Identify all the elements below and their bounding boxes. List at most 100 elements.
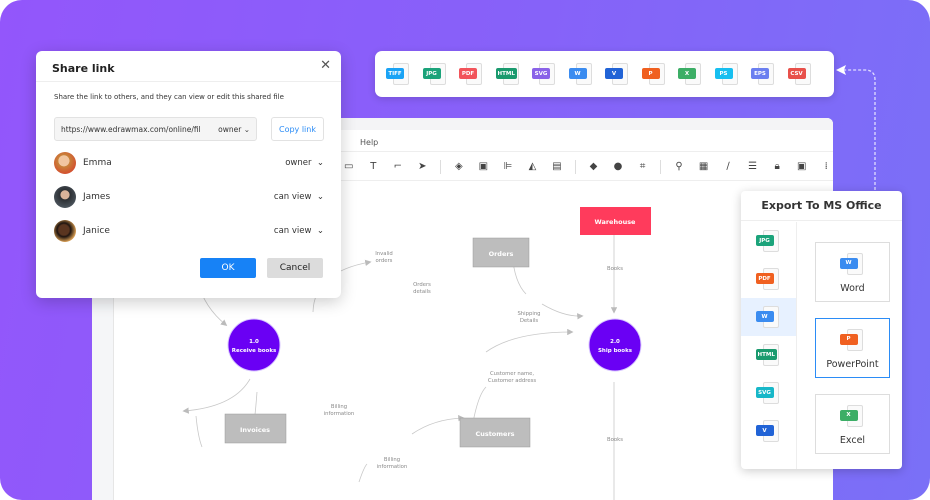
dialog-title: Share link xyxy=(52,62,115,75)
user-name: Emma xyxy=(83,158,112,168)
word-icon: W xyxy=(839,251,866,277)
user-row: Emma owner ⌄ xyxy=(54,152,324,174)
label-orders-details-2: details xyxy=(413,289,431,295)
export-format-item[interactable]: JPG xyxy=(741,222,796,260)
link-permission-select[interactable]: owner ⌄ xyxy=(218,125,250,134)
format-svg-icon: SVG xyxy=(755,380,782,406)
format-x-icon[interactable]: X xyxy=(678,61,704,87)
format-eps-icon[interactable]: EPS xyxy=(751,61,777,87)
export-word-button[interactable]: W Word xyxy=(815,242,890,302)
label-books-2: Books xyxy=(607,437,623,443)
card-label: Word xyxy=(840,282,865,294)
toolbar-separator xyxy=(440,159,442,174)
export-format-item[interactable]: V xyxy=(741,412,796,450)
format-v-icon[interactable]: V xyxy=(605,61,631,87)
format-tiff-icon[interactable]: TIFF xyxy=(386,61,412,87)
line-style-icon[interactable]: ☰ xyxy=(746,160,760,174)
group-icon[interactable]: ▣ xyxy=(477,160,491,174)
fill-icon[interactable]: ◆ xyxy=(587,160,601,174)
export-format-item[interactable]: PDF xyxy=(741,260,796,298)
line-color-icon[interactable]: ∕ xyxy=(721,160,735,174)
menu-help[interactable]: Help xyxy=(360,138,378,147)
process-ship-books xyxy=(588,318,642,372)
user-name: James xyxy=(83,192,111,202)
format-csv-icon[interactable]: CSV xyxy=(787,61,814,87)
avatar xyxy=(54,152,76,174)
export-format-item[interactable]: HTML xyxy=(741,336,796,374)
label-customer-2: Customer address xyxy=(488,378,536,384)
card-label: PowerPoint xyxy=(826,358,879,370)
export-format-item[interactable]: W xyxy=(741,298,796,336)
export-excel-button[interactable]: X Excel xyxy=(815,394,890,454)
share-link-dialog: Share link ✕ Share the link to others, a… xyxy=(36,51,341,298)
cancel-button[interactable]: Cancel xyxy=(267,258,323,278)
label-shipping-2: Details xyxy=(520,318,539,324)
close-icon[interactable]: ✕ xyxy=(320,58,331,73)
orders-label: Orders xyxy=(489,250,514,258)
export-powerpoint-button[interactable]: P PowerPoint xyxy=(815,318,890,378)
warehouse-label: Warehouse xyxy=(595,218,637,226)
label-orders: orders xyxy=(376,258,393,264)
ok-button[interactable]: OK xyxy=(200,258,256,278)
role-select[interactable]: can view ⌄ xyxy=(274,226,324,236)
label-billing-1: Billing xyxy=(331,404,347,410)
link-value: https://www.edrawmax.com/online/fil xyxy=(61,124,201,134)
role-select[interactable]: can view ⌄ xyxy=(274,192,324,202)
label-orders-details-1: Orders xyxy=(413,282,431,288)
format-jpg-icon[interactable]: JPG xyxy=(422,61,449,87)
avatar xyxy=(54,186,76,208)
flow-billing-customers xyxy=(411,414,465,435)
format-ps-icon[interactable]: PS xyxy=(714,61,741,87)
connector-icon[interactable]: ⌐ xyxy=(391,160,405,174)
label-customer-1: Customer name, xyxy=(490,371,534,377)
crop-icon[interactable]: ⌗ xyxy=(636,160,650,174)
label-shipping-1: Shipping xyxy=(517,311,540,317)
label-billing-4: information xyxy=(377,464,408,470)
rectangle-icon[interactable]: ▭ xyxy=(342,160,356,174)
lock-icon[interactable]: 🔒︎ xyxy=(770,160,784,174)
more-icon[interactable]: ⁞ xyxy=(819,160,833,174)
layers-icon[interactable]: ◈ xyxy=(452,160,466,174)
process-2-name: Ship books xyxy=(598,348,633,354)
invoices-label: Invoices xyxy=(240,426,270,434)
fit-icon[interactable]: ▣ xyxy=(795,160,809,174)
customers-label: Customers xyxy=(475,430,514,438)
flow-billing-invoices xyxy=(182,378,251,414)
format-jpg-icon: JPG xyxy=(755,228,782,254)
table-icon[interactable]: ▦ xyxy=(697,160,711,174)
flip-icon[interactable]: ◭ xyxy=(526,160,540,174)
align-icon[interactable]: ⊫ xyxy=(501,160,515,174)
card-label: Excel xyxy=(839,434,866,446)
format-w-icon[interactable]: W xyxy=(568,61,595,87)
flow-customer xyxy=(485,328,574,353)
export-formats-bar: TIFF JPG PDF HTML SVG W V P X PS EPS CSV xyxy=(375,51,834,97)
format-w-icon: W xyxy=(755,304,782,330)
link-field[interactable]: https://www.edrawmax.com/online/fil owne… xyxy=(54,117,257,141)
text-icon[interactable]: T xyxy=(367,160,381,174)
label-books-1: Books xyxy=(607,266,623,272)
format-p-icon[interactable]: P xyxy=(641,61,668,87)
format-pdf-icon[interactable]: PDF xyxy=(459,61,485,87)
dialog-description: Share the link to others, and they can v… xyxy=(54,93,284,101)
process-1-name: Receive books xyxy=(232,348,277,354)
export-format-item[interactable]: SVG xyxy=(741,374,796,412)
role-select[interactable]: owner ⌄ xyxy=(285,158,324,168)
copy-link-button[interactable]: Copy link xyxy=(271,117,324,141)
frame-icon[interactable]: ▤ xyxy=(550,160,564,174)
format-svg-icon[interactable]: SVG xyxy=(532,61,558,87)
label-billing-2: information xyxy=(324,411,355,417)
toolbar-separator xyxy=(660,159,662,174)
process-receive-books xyxy=(227,318,281,372)
format-html-icon[interactable]: HTML xyxy=(495,61,522,87)
label-invalid: Invalid xyxy=(375,251,393,257)
search-icon[interactable]: ⚲ xyxy=(672,160,686,174)
toolbar-separator xyxy=(574,159,576,174)
user-name: Janice xyxy=(83,226,110,236)
process-2-number: 2.0 xyxy=(610,339,620,345)
powerpoint-icon: P xyxy=(839,327,866,353)
avatar xyxy=(54,220,76,242)
shadow-icon[interactable]: ● xyxy=(611,160,625,174)
format-v-icon: V xyxy=(755,418,782,444)
pointer-icon[interactable]: ➤ xyxy=(416,160,430,174)
user-row: Janice can view ⌄ xyxy=(54,220,324,242)
